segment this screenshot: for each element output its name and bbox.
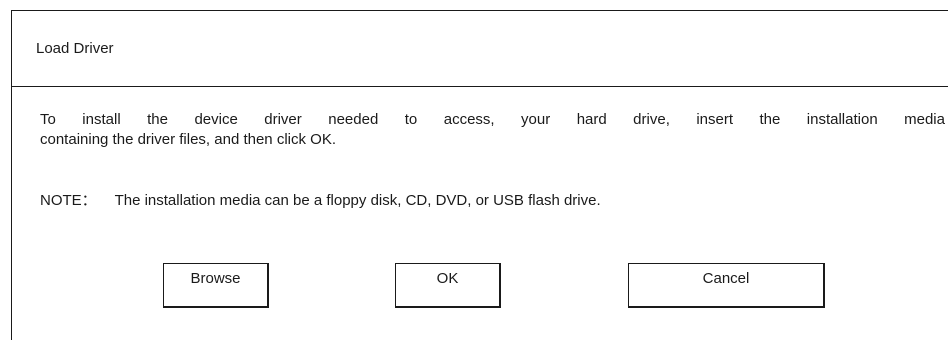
note-label: NOTE： — [40, 192, 97, 209]
note-text: The installation media can be a floppy d… — [114, 192, 601, 209]
dialog-message: To install the device driver needed to a… — [40, 110, 945, 150]
dialog-title: Load Driver — [36, 40, 114, 57]
cancel-button[interactable]: Cancel — [628, 263, 825, 308]
dialog-message-line-2: containing the driver files, and then cl… — [40, 131, 336, 148]
ok-button[interactable]: OK — [395, 263, 501, 308]
dialog-message-line-1: To install the device driver needed to a… — [40, 111, 945, 128]
browse-button[interactable]: Browse — [163, 263, 269, 308]
dialog-note: NOTE： The installation media can be a fl… — [40, 189, 601, 210]
dialog-title-bar: Load Driver — [12, 11, 948, 87]
